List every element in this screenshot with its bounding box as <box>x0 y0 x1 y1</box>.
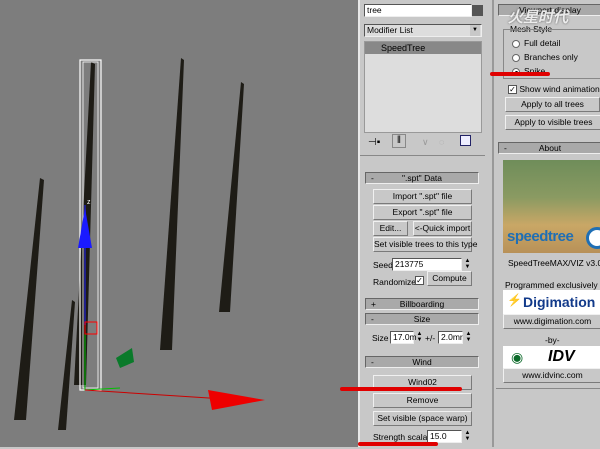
size-input[interactable]: 17.0m <box>390 331 417 344</box>
rollout-about[interactable]: - About <box>498 142 600 154</box>
remove-wind-button[interactable]: Remove <box>373 393 472 408</box>
speedtree-logo-image: speedtree <box>503 160 600 253</box>
radio-icon <box>512 39 520 48</box>
rollout-title: ".spt" Data <box>401 173 443 183</box>
rollout-spt-data[interactable]: - ".spt" Data <box>365 172 479 184</box>
radio-label: Full detail <box>524 38 561 48</box>
checkbox-label: Show wind animation <box>519 84 600 94</box>
tree-spike[interactable] <box>58 300 75 430</box>
seed-label: Seed <box>373 260 393 270</box>
z-axis-label: z <box>87 199 91 206</box>
digimation-logo-text: Digimation <box>523 294 596 310</box>
randomize-label: Randomize <box>373 277 416 287</box>
idv-eye-icon: ◉ <box>511 349 524 365</box>
watermark: 火星时代 <box>508 9 569 26</box>
rollout-size[interactable]: - Size <box>365 313 479 325</box>
annotation-underline <box>358 442 438 446</box>
digimation-url[interactable]: www.digimation.com <box>503 314 600 329</box>
seed-spinner[interactable]: ▲ ▼ <box>464 258 471 271</box>
transform-gizmo[interactable] <box>84 325 121 391</box>
speedtree-logo-text: speedtree <box>507 228 574 245</box>
size-spinner[interactable]: ▲ ▼ <box>416 331 423 344</box>
radio-icon <box>512 53 520 62</box>
rollout-title: Size <box>413 314 431 324</box>
idv-logo-text: IDV <box>548 348 575 365</box>
idv-logo: ◉ IDV <box>503 346 600 368</box>
compute-button[interactable]: Compute <box>427 271 472 286</box>
object-color-swatch[interactable] <box>472 5 483 16</box>
show-end-result-icon[interactable]: ‖ <box>392 134 406 148</box>
strength-scalar-spinner[interactable]: ▲ ▼ <box>464 430 471 443</box>
chevron-down-icon[interactable]: ▼ <box>470 25 480 36</box>
seed-input[interactable]: 213775 <box>392 258 462 271</box>
edit-button[interactable]: Edit... <box>373 221 408 236</box>
randomize-checkbox[interactable]: ✓ <box>415 276 424 285</box>
modifier-list-dropdown[interactable]: Modifier List ▼ <box>364 24 482 37</box>
variance-label: +/- <box>425 333 436 343</box>
set-visible-trees-button[interactable]: Set visible trees to this type <box>373 237 477 252</box>
remove-modifier-icon: ◌ <box>439 137 445 147</box>
rollout-title: Billboarding <box>399 299 445 309</box>
rollout-billboarding[interactable]: + Billboarding <box>365 298 479 310</box>
set-visible-space-warp-button[interactable]: Set visible (space warp) <box>373 411 472 426</box>
radio-branches-only[interactable]: Branches only <box>512 52 578 62</box>
radio-full-detail[interactable]: Full detail <box>512 38 560 48</box>
checkbox-icon: ✓ <box>508 85 517 95</box>
rollout-wind[interactable]: - Wind <box>365 356 479 368</box>
configure-sets-icon[interactable] <box>460 135 471 146</box>
version-label: SpeedTreeMAX/VIZ v3.0 <box>508 258 600 268</box>
variance-input[interactable]: 2.0mr <box>438 331 463 344</box>
speedtree-logo-icon <box>586 227 600 249</box>
command-panel: tree Modifier List ▼ SpeedTree ⊣▪ ‖ ∨ ◌ -… <box>358 0 600 447</box>
pin-stack-icon[interactable]: ⊣▪ <box>368 137 380 148</box>
modifier-list-label: Modifier List <box>367 25 413 35</box>
object-name-input[interactable]: tree <box>364 4 472 17</box>
make-unique-icon: ∨ <box>422 137 429 147</box>
quick-import-button[interactable]: <-Quick import <box>413 221 472 236</box>
import-spt-button[interactable]: Import ".spt" file <box>373 189 472 204</box>
digimation-logo: ⚡ Digimation <box>503 290 600 314</box>
digimation-icon: ⚡ <box>507 293 522 307</box>
idv-url[interactable]: www.idvinc.com <box>503 368 600 383</box>
programmed-for-label: Programmed exclusively for <box>505 280 600 290</box>
apply-to-all-trees-button[interactable]: Apply to all trees <box>505 97 600 112</box>
rollout-title: Wind <box>412 357 432 367</box>
viewport-scene[interactable]: z <box>0 0 358 447</box>
size-label: Size <box>372 333 389 343</box>
x-axis-arrow[interactable] <box>208 390 265 410</box>
by-label: -by- <box>545 335 560 345</box>
tree-spike[interactable] <box>219 82 244 312</box>
divider <box>496 388 600 389</box>
strength-scalar-label: Strength scalar <box>373 432 431 442</box>
annotation-underline <box>340 387 462 391</box>
viewport[interactable]: z <box>0 0 358 447</box>
modifier-stack: SpeedTree <box>364 41 482 133</box>
variance-spinner[interactable]: ▲ ▼ <box>465 331 472 344</box>
annotation-underline <box>490 72 550 76</box>
export-spt-button[interactable]: Export ".spt" file <box>373 205 472 220</box>
tree-spike[interactable] <box>14 178 44 420</box>
stack-item-speedtree[interactable]: SpeedTree <box>365 42 481 54</box>
tree-spike[interactable] <box>160 58 184 350</box>
wind-object[interactable] <box>116 348 134 368</box>
radio-label: Branches only <box>524 52 578 62</box>
show-wind-animation-checkbox[interactable]: ✓ Show wind animation <box>508 84 600 95</box>
panel-divider <box>492 0 494 447</box>
apply-to-visible-trees-button[interactable]: Apply to visible trees <box>505 115 600 130</box>
rollout-title: About <box>538 143 562 153</box>
divider <box>360 155 485 156</box>
